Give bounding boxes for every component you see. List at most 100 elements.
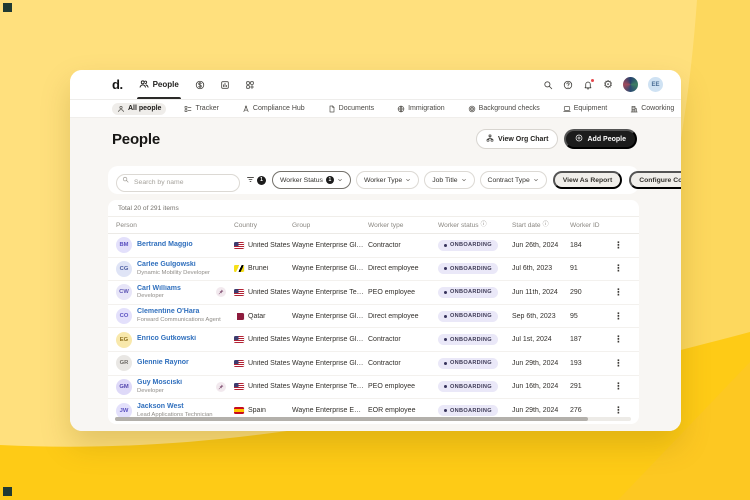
notifications-bell-icon[interactable] <box>583 80 593 90</box>
subnav-item-tracker[interactable]: Tracker <box>179 103 223 115</box>
worker-id-cell: 91 <box>570 265 612 272</box>
table-row[interactable]: GRGlennie RaynorUnited StatesWayne Enter… <box>108 352 639 376</box>
status-dot <box>444 409 447 412</box>
search-box <box>116 171 240 189</box>
search-input[interactable] <box>116 174 240 192</box>
horizontal-scrollbar-thumb[interactable] <box>115 417 588 421</box>
status-dot <box>444 315 447 318</box>
table-row[interactable]: BMBertrand MaggioUnited StatesWayne Ente… <box>108 234 639 258</box>
group-cell: Wayne Enterprise Global <box>292 360 368 367</box>
worker-status-cell: ONBOARDING <box>438 358 512 369</box>
person-name-block: Carlee GulgowskiDynamic Mobility Develop… <box>137 261 210 277</box>
table-row[interactable]: CGCarlee GulgowskiDynamic Mobility Devel… <box>108 258 639 282</box>
status-dot <box>444 338 447 341</box>
row-kebab-icon[interactable]: ⋮ <box>614 241 623 250</box>
subnav-item-documents[interactable]: Documents <box>323 103 379 115</box>
table-row[interactable]: EGEnrico GutkowskiUnited StatesWayne Ent… <box>108 328 639 352</box>
row-kebab-icon[interactable]: ⋮ <box>614 382 623 391</box>
status-badge: ONBOARDING <box>438 263 498 274</box>
nav-tab-people-label: People <box>153 80 179 89</box>
info-icon[interactable]: ⓘ <box>481 222 487 228</box>
filter-pill-worker-status[interactable]: Worker Status1 <box>272 171 351 189</box>
status-dot <box>444 244 447 247</box>
column-header-label: Country <box>234 222 257 229</box>
filter-pill-worker-type[interactable]: Worker Type <box>356 171 419 189</box>
person-name-link[interactable]: Jackson West <box>137 403 213 412</box>
person-job-title: Dynamic Mobility Developer <box>137 270 210 277</box>
org-chart-icon <box>486 134 494 144</box>
analytics-icon[interactable] <box>220 80 230 90</box>
top-nav-icons <box>195 80 255 90</box>
country-label: Spain <box>248 407 266 414</box>
table-row[interactable]: CWCarl WilliamsDeveloperUnited StatesWay… <box>108 281 639 305</box>
person-name-link[interactable]: Guy Mosciski <box>137 379 182 388</box>
subnav-item-label: Compliance Hub <box>253 105 305 112</box>
add-circle-icon <box>575 134 583 144</box>
status-label: ONBOARDING <box>450 313 492 319</box>
row-kebab-icon[interactable]: ⋮ <box>614 312 623 321</box>
nav-tab-people[interactable]: People <box>139 70 179 99</box>
worker-status-cell: ONBOARDING <box>438 263 512 274</box>
subnav-item-label: Immigration <box>408 105 445 112</box>
table-row[interactable]: COClementine O'HaraForward Communication… <box>108 305 639 329</box>
user-avatar[interactable]: EE <box>648 77 663 92</box>
person-cell: CGCarlee GulgowskiDynamic Mobility Devel… <box>116 261 234 277</box>
row-kebab-icon[interactable]: ⋮ <box>614 288 623 297</box>
subnav-item-coworking[interactable]: Coworking <box>625 103 679 115</box>
row-actions-cell: ⋮ <box>612 264 629 273</box>
subnav-item-label: Coworking <box>641 105 674 112</box>
country-cell: Spain <box>234 407 292 414</box>
configure-columns-button[interactable]: Configure Columns <box>629 171 681 189</box>
filter-toggle[interactable]: 1 <box>246 171 266 189</box>
status-badge: ONBOARDING <box>438 334 498 345</box>
chevron-down-icon <box>337 177 343 183</box>
person-name-link[interactable]: Bertrand Maggio <box>137 241 193 250</box>
person-name-link[interactable]: Carlee Gulgowski <box>137 261 210 270</box>
worker-id-cell: 187 <box>570 336 612 343</box>
view-org-chart-label: View Org Chart <box>498 136 548 143</box>
view-org-chart-button[interactable]: View Org Chart <box>476 129 558 149</box>
start-date-cell: Jun 26th, 2024 <box>512 242 570 249</box>
worker-id-cell: 291 <box>570 383 612 390</box>
apps-grid-icon[interactable] <box>245 80 255 90</box>
view-as-report-button[interactable]: View As Report <box>553 171 622 189</box>
person-name-block: Clementine O'HaraForward Communications … <box>137 308 221 324</box>
column-header-worker-id: Worker ID <box>570 222 612 229</box>
status-badge: ONBOARDING <box>438 287 498 298</box>
organization-avatar[interactable] <box>623 77 638 92</box>
start-date-cell: Sep 6th, 2023 <box>512 313 570 320</box>
subnav-item-immigration[interactable]: Immigration <box>392 103 450 115</box>
group-cell: Wayne Enterprise EOR <box>292 407 368 414</box>
help-icon[interactable] <box>563 80 573 90</box>
table-row[interactable]: GMGuy MosciskiDeveloperUnited StatesWayn… <box>108 376 639 400</box>
row-kebab-icon[interactable]: ⋮ <box>614 359 623 368</box>
us-flag-icon <box>234 242 244 249</box>
payroll-dollar-icon[interactable] <box>195 80 205 90</box>
row-kebab-icon[interactable]: ⋮ <box>614 406 623 415</box>
row-actions-cell: ⋮ <box>612 335 629 344</box>
coworking-icon <box>630 105 638 113</box>
active-filter-count-badge: 1 <box>257 176 266 185</box>
person-name-link[interactable]: Enrico Gutkowski <box>137 335 196 344</box>
subnav-item-all-people[interactable]: All people <box>112 103 166 115</box>
search-icon[interactable] <box>543 80 553 90</box>
compliance-hub-icon <box>242 105 250 113</box>
filter-pill-contract-type[interactable]: Contract Type <box>480 171 547 189</box>
subnav-item-label: Background checks <box>479 105 540 112</box>
group-cell: Wayne Enterprise Tea... <box>292 289 368 296</box>
subnav-item-equipment[interactable]: Equipment <box>558 103 612 115</box>
immigration-icon <box>397 105 405 113</box>
us-flag-icon <box>234 360 244 367</box>
info-icon[interactable]: ⓘ <box>543 222 549 228</box>
filter-pill-job-title[interactable]: Job Title <box>424 171 474 189</box>
row-kebab-icon[interactable]: ⋮ <box>614 335 623 344</box>
group-cell: Wayne Enterprise Global <box>292 265 368 272</box>
subnav-item-background-checks[interactable]: Background checks <box>463 103 545 115</box>
person-name-link[interactable]: Clementine O'Hara <box>137 308 221 317</box>
subnav-item-compliance-hub[interactable]: Compliance Hub <box>237 103 310 115</box>
row-kebab-icon[interactable]: ⋮ <box>614 264 623 273</box>
person-name-link[interactable]: Glennie Raynor <box>137 359 189 368</box>
person-name-link[interactable]: Carl Williams <box>137 285 181 294</box>
add-people-button[interactable]: Add People <box>564 129 637 149</box>
settings-gear-icon[interactable]: ⚙ <box>603 79 613 90</box>
